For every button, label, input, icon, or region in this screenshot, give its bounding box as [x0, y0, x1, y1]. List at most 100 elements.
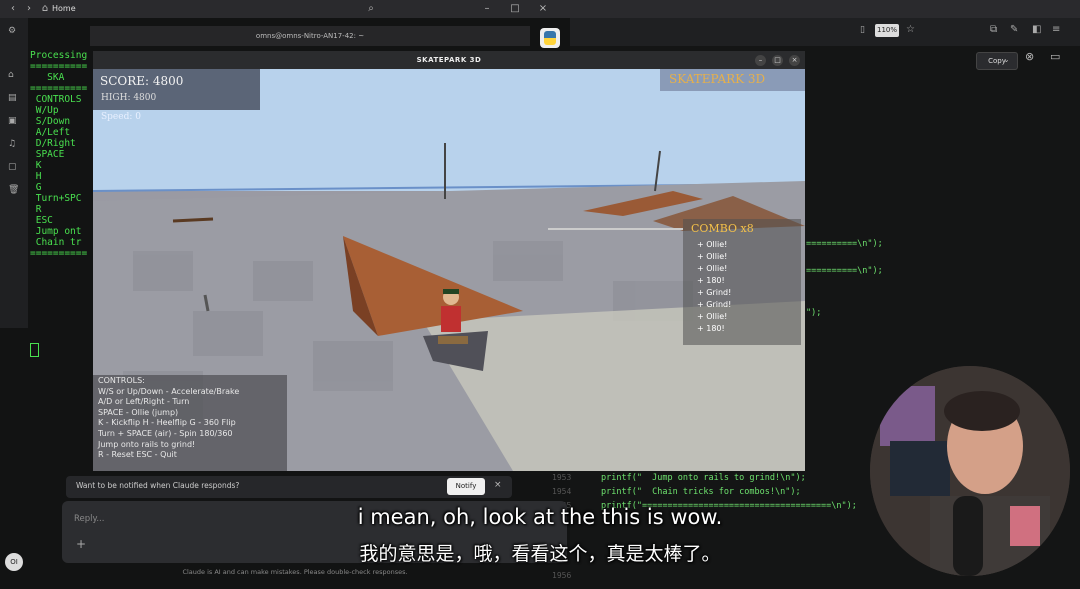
sidebar-icon[interactable]: ▤	[8, 93, 17, 103]
close-icon[interactable]: ×	[789, 55, 800, 66]
code-line: ");	[806, 308, 822, 318]
forward-icon[interactable]: ›	[22, 2, 36, 16]
terminal-line: D/Right	[30, 138, 76, 149]
extension-icon[interactable]: ⧉	[990, 24, 997, 35]
code-line: printf(" Jump onto rails to grind!\n");	[601, 473, 806, 483]
minimize-icon[interactable]: –	[755, 55, 766, 66]
speed-text: Speed: 0	[101, 112, 141, 122]
extension-icon[interactable]: ✎	[1010, 24, 1018, 35]
brand-panel: SKATEPARK 3D	[660, 69, 805, 91]
terminal-line: W/Up	[30, 105, 59, 116]
combo-title: COMBO x8	[691, 222, 754, 235]
code-line: printf(" Chain tricks for combos!\n");	[601, 487, 801, 497]
menu-icon[interactable]: ≡	[1052, 24, 1060, 35]
terminal-line: K	[30, 160, 42, 171]
combo-item: + Ollie!	[697, 312, 728, 321]
sidebar-icon[interactable]: ⚙	[8, 26, 16, 36]
line-number: 1956	[552, 571, 572, 580]
home-icon[interactable]: ⌂	[38, 2, 52, 16]
maximize-icon[interactable]: □	[772, 55, 783, 66]
line-number: 1953	[552, 473, 572, 482]
trash-icon[interactable]: 🗑	[8, 185, 19, 195]
terminal-line: CONTROLS	[30, 94, 82, 105]
webcam-overlay	[870, 366, 1070, 576]
microphone	[953, 496, 983, 576]
webcam-image	[870, 366, 1070, 576]
terminal-line: Processing	[30, 50, 88, 61]
close-icon[interactable]: ×	[494, 480, 502, 490]
notify-button[interactable]: Notify	[447, 478, 485, 495]
controls-item: Jump onto rails to grind!	[98, 439, 196, 449]
notify-bar: Want to be notified when Claude responds…	[66, 476, 512, 498]
skater-shirt	[441, 306, 461, 332]
controls-item: Turn + SPACE (air) - Spin 180/360	[98, 428, 233, 438]
terminal-cursor	[30, 343, 39, 357]
person-hair	[944, 391, 1020, 431]
back-icon[interactable]: ‹	[6, 2, 20, 16]
python-icon[interactable]	[540, 28, 560, 48]
terminal-line: SKA	[30, 72, 65, 83]
minimize-icon[interactable]: –	[480, 2, 494, 16]
extension-icon[interactable]: ◧	[1032, 24, 1041, 35]
line-number: 1954	[552, 487, 572, 496]
controls-item: K - Kickflip H - Heelflip G - 360 Flip	[98, 418, 236, 428]
close-icon[interactable]: ⊗	[1025, 50, 1034, 63]
combo-item: + Grind!	[697, 288, 732, 297]
terminal-line: ==========	[30, 248, 88, 259]
terminal-line: H	[30, 171, 42, 182]
star-icon[interactable]: ☆	[906, 24, 915, 35]
sidebar-icon[interactable]: ▣	[8, 116, 17, 126]
terminal-line: R	[30, 204, 42, 215]
terminal-line: Chain tr	[30, 237, 82, 248]
bench	[172, 217, 214, 223]
terminal-line: ==========	[30, 83, 88, 94]
python-icon-bottom	[544, 38, 556, 45]
sidebar: ⚙ ⌂ ▤ ▣ ♫ ▢ 🗑	[0, 18, 28, 328]
terminal-output: Processing ========== SKA ========== CON…	[30, 50, 92, 350]
controls-item: SPACE - Ollie (jump)	[98, 407, 179, 417]
editor-toolbar: ▯ 110% ☆ ⧉ ✎ ◧ ≡	[570, 18, 1080, 46]
plus-icon[interactable]: +	[76, 537, 86, 551]
subtitle-english: i mean, oh, look at the this is wow.	[357, 505, 723, 529]
panel-icon[interactable]: ▭	[1050, 50, 1060, 63]
skater-cap	[443, 289, 459, 294]
search-icon[interactable]: ⌕	[364, 2, 378, 16]
score-panel: SCORE: 4800 HIGH: 4800	[93, 69, 260, 110]
terminal-line: ==========	[30, 61, 88, 72]
chevron-down-icon[interactable]: ⌄	[1003, 52, 1010, 68]
combo-item: + Ollie!	[697, 252, 728, 261]
maximize-icon[interactable]: □	[508, 2, 522, 16]
monitor-background	[890, 441, 950, 496]
game-window-title: SKATEPARK 3D	[93, 51, 805, 69]
terminal-title: omns@omns-Nitro-AN17-42: ~	[90, 26, 530, 46]
controls-item: W/S or Up/Down - Accelerate/Brake	[98, 386, 240, 396]
controls-item: A/D or Left/Right - Turn	[98, 397, 190, 407]
controls-panel: CONTROLS: W/S or Up/Down - Accelerate/Br…	[93, 375, 287, 471]
top-bar: ‹ › ⌂ Home ⌕ – □ ×	[0, 0, 1080, 18]
combo-item: + Ollie!	[697, 240, 728, 249]
controls-item: R - Reset ESC - Quit	[98, 450, 177, 460]
terminal-line: ESC	[30, 215, 53, 226]
python-icon-top	[544, 31, 556, 38]
combo-item: + 180!	[697, 324, 725, 333]
terminal-line: SPACE	[30, 149, 65, 160]
combo-list: + Ollie! + Ollie! + Ollie! + 180! + Grin…	[697, 239, 731, 335]
notify-prompt: Want to be notified when Claude responds…	[76, 481, 240, 490]
combo-item: + Ollie!	[697, 264, 728, 273]
reply-placeholder: Reply...	[74, 514, 105, 524]
close-icon[interactable]: ×	[536, 2, 550, 16]
terminal-line: Jump ont	[30, 226, 82, 237]
subtitle-chinese: 我的意思是，哦，看看这个，真是太棒了。	[359, 543, 721, 565]
code-line: ==========\n");	[806, 239, 883, 249]
skateboard	[438, 336, 468, 344]
copy-button[interactable]: Copy	[976, 52, 1018, 70]
avatar[interactable]: OI	[5, 553, 23, 571]
brand-text: SKATEPARK 3D	[669, 72, 766, 86]
page-icon[interactable]: ▯	[860, 25, 865, 35]
zoom-level[interactable]: 110%	[875, 24, 899, 37]
sidebar-icon[interactable]: ▢	[8, 162, 17, 172]
sidebar-icon[interactable]: ⌂	[8, 70, 14, 80]
music-icon[interactable]: ♫	[8, 139, 16, 149]
tab-title[interactable]: Home	[52, 2, 172, 16]
code-line: ==========\n");	[806, 266, 883, 276]
